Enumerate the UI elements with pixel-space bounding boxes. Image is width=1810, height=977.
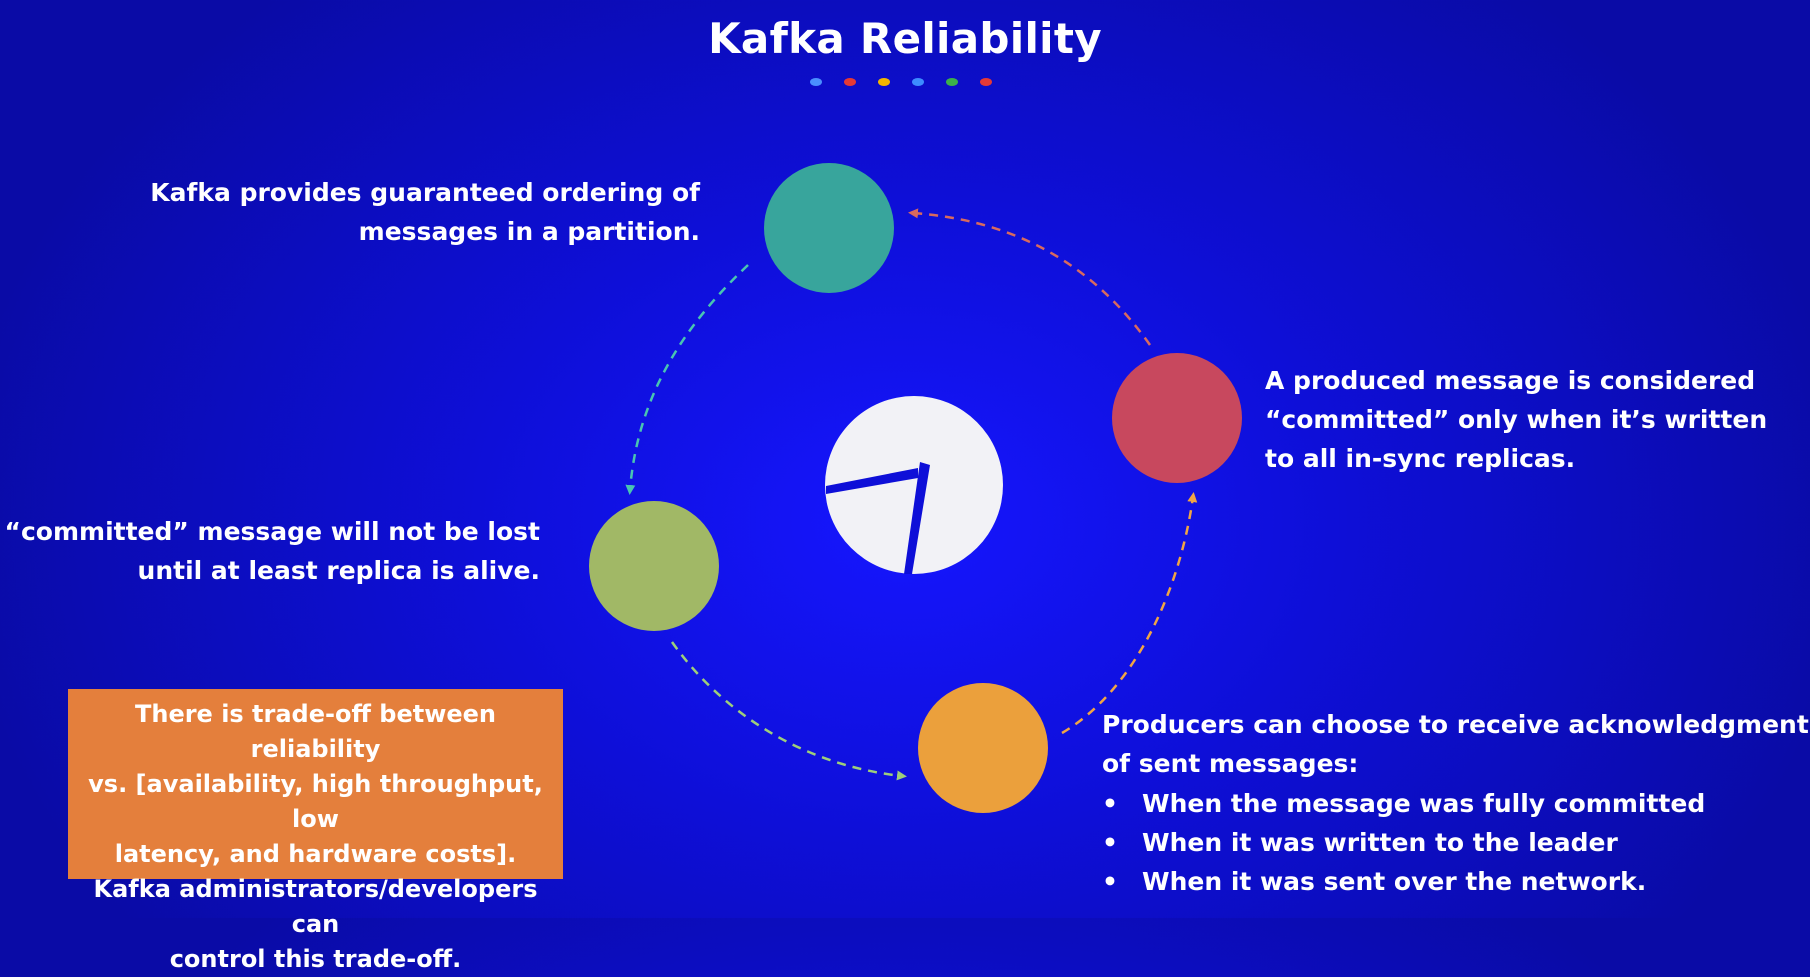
slide: Kafka Reliability Kafka provides guarant… [0,0,1810,973]
red-circle [1112,353,1242,483]
orange-circle [918,683,1048,813]
callout-line: vs. [availability, high throughput, low [88,770,543,833]
callout-line: control this trade-off. [169,945,462,973]
list-item: When it was sent over the network. [1102,862,1705,901]
list-item: When it was written to the leader [1102,823,1705,862]
arrow-green-to-orange [670,641,907,781]
list-item: When the message was fully committed [1102,784,1705,823]
left-node-text: A “committed” message will not be lost u… [0,512,540,590]
top-node-text: Kafka provides guaranteed ordering of me… [150,173,700,251]
text-line: of sent messages: [1102,749,1359,778]
kafka-logo-icon [825,396,1003,574]
text-line: Kafka provides guaranteed ordering of [150,178,700,207]
arrow-teal-to-green [625,264,749,495]
text-line: A “committed” message will not be lost [0,517,540,546]
callout-line: Kafka administrators/developers can [93,875,538,938]
tradeoff-callout-box: There is trade-off between reliability v… [68,689,563,973]
ack-options-list: When the message was fully committed Whe… [1102,784,1705,901]
right-node-text: A produced message is considered “commit… [1265,361,1767,478]
text-line: Producers can choose to receive acknowle… [1102,710,1810,739]
bottom-node-text: Producers can choose to receive acknowle… [1102,705,1810,783]
callout-line: There is trade-off between reliability [134,700,497,763]
text-line: messages in a partition. [358,217,700,246]
teal-circle [764,163,894,293]
callout-line: latency, and hardware costs]. [114,840,517,868]
text-line: to all in-sync replicas. [1265,444,1576,473]
text-line: “committed” only when it’s written [1265,405,1768,434]
text-line: until at least replica is alive. [137,556,540,585]
green-circle [589,501,719,631]
arrow-orange-to-red [1061,492,1198,735]
text-line: A produced message is considered [1265,366,1756,395]
arrow-red-to-teal [908,208,1152,346]
